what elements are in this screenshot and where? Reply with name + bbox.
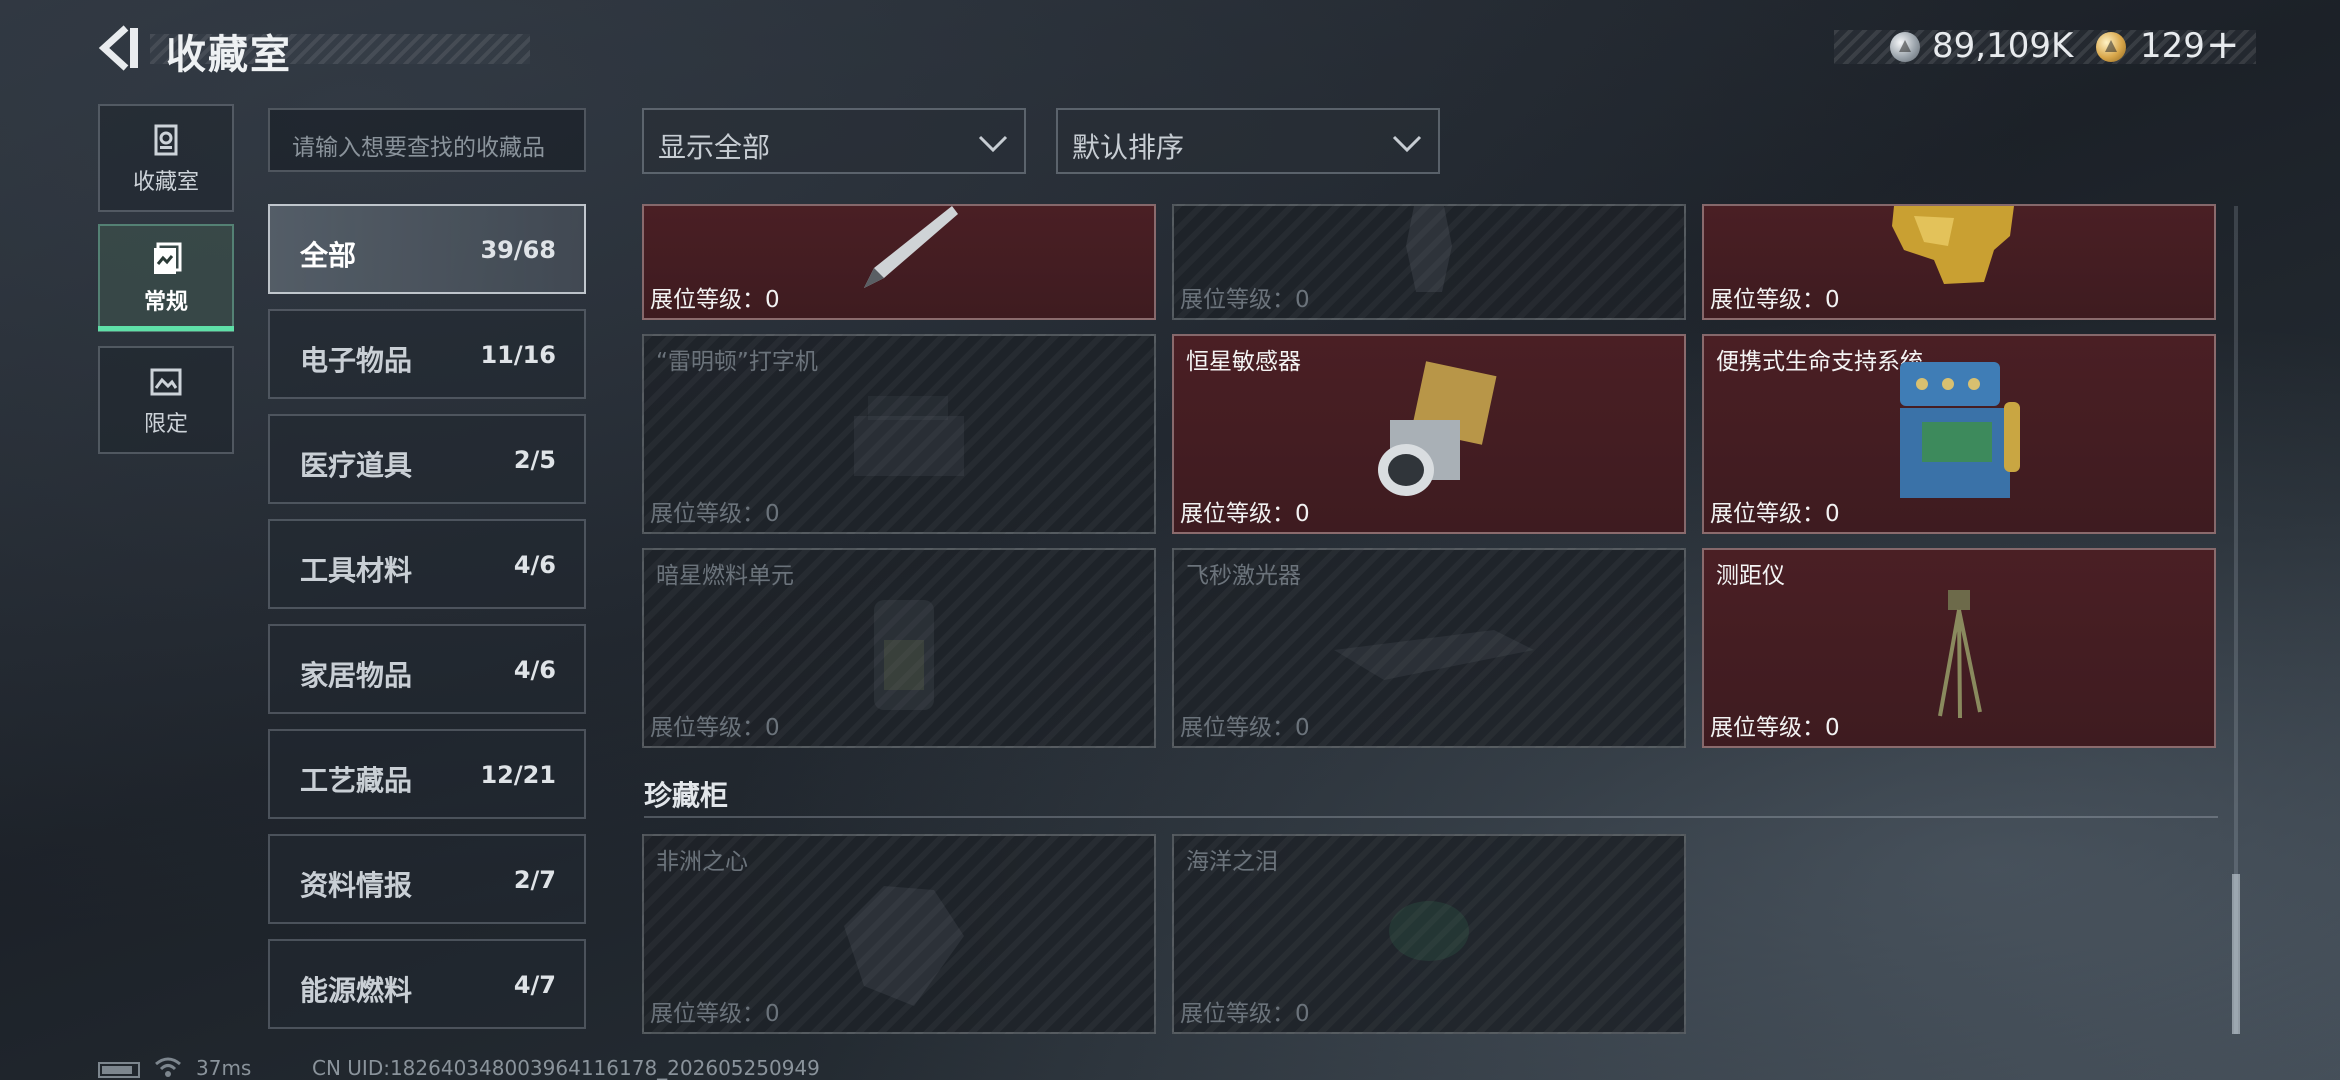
life-support-icon xyxy=(1900,362,2020,498)
category-count: 39/68 xyxy=(480,236,556,264)
category-label: 电子物品 xyxy=(300,344,413,377)
collectible-name: 飞秒激光器 xyxy=(1186,563,1301,589)
category-electronics[interactable]: 电子物品 11/16 xyxy=(268,309,586,399)
display-filter-dropdown[interactable]: 显示全部 xyxy=(642,108,1026,174)
collectible-card[interactable]: 展位等级：0 xyxy=(1702,204,2216,320)
display-level: 展位等级：0 xyxy=(650,715,780,741)
vase-icon xyxy=(1406,206,1452,292)
image-frame-icon xyxy=(150,368,182,396)
section-divider xyxy=(644,816,2218,818)
collectible-card[interactable]: 飞秒激光器 展位等级：0 xyxy=(1172,548,1686,748)
wifi-icon xyxy=(155,1057,181,1077)
page-title: 收藏室 xyxy=(166,32,292,78)
display-level: 展位等级：0 xyxy=(650,501,780,527)
collectible-name: 恒星敏感器 xyxy=(1186,349,1301,375)
category-count: 4/7 xyxy=(513,971,556,999)
collectible-card[interactable]: 展位等级：0 xyxy=(642,204,1156,320)
diamond-icon xyxy=(844,886,964,1006)
display-level: 展位等级：0 xyxy=(1180,501,1310,527)
rangefinder-tripod-icon xyxy=(1938,590,1982,719)
category-crafts[interactable]: 工艺藏品 12/21 xyxy=(268,729,586,819)
category-count: 4/6 xyxy=(513,656,556,684)
scrollbar-thumb[interactable] xyxy=(2232,874,2240,1034)
fuel-cell-icon xyxy=(874,600,934,710)
category-tools[interactable]: 工具材料 4/6 xyxy=(268,519,586,609)
category-label: 家居物品 xyxy=(300,659,413,692)
category-all[interactable]: 全部 39/68 xyxy=(268,204,586,294)
category-label: 医疗道具 xyxy=(300,449,413,482)
add-currency-button[interactable]: + xyxy=(2206,22,2240,68)
side-tab-limited[interactable]: 限定 xyxy=(98,346,234,454)
laser-device-icon xyxy=(1334,630,1534,680)
section-title-treasure: 珍藏柜 xyxy=(644,779,729,812)
typewriter-icon xyxy=(854,396,964,476)
display-level: 展位等级：0 xyxy=(650,1001,780,1027)
category-count: 2/5 xyxy=(513,446,556,474)
collectible-name: “雷明顿”打字机 xyxy=(656,349,818,375)
side-tab-regular[interactable]: 常规 xyxy=(98,224,234,332)
search-input[interactable]: 请输入想要查找的收藏品 xyxy=(268,108,586,172)
side-tab-label: 常规 xyxy=(143,290,188,315)
category-medical[interactable]: 医疗道具 2/5 xyxy=(268,414,586,504)
category-energy[interactable]: 能源燃料 4/7 xyxy=(268,939,586,1029)
document-icon xyxy=(154,242,182,274)
star-sensor-icon xyxy=(1378,361,1497,496)
side-tab-vault[interactable]: 收藏室 xyxy=(98,104,234,212)
side-tab-label: 收藏室 xyxy=(132,170,199,195)
active-tab-indicator xyxy=(98,326,234,331)
collectible-card[interactable]: 便携式生命支持系统 展位等级：0 xyxy=(1702,334,2216,534)
side-tab-label: 限定 xyxy=(143,412,188,437)
category-count: 11/16 xyxy=(480,341,556,369)
sort-value: 默认排序 xyxy=(1072,131,1185,164)
category-label: 全部 xyxy=(300,239,357,272)
back-arrow-icon[interactable] xyxy=(96,22,144,74)
collectible-card[interactable]: 海洋之泪 展位等级：0 xyxy=(1172,834,1686,1034)
collectible-name: 非洲之心 xyxy=(656,849,748,875)
collectible-card[interactable]: 展位等级：0 xyxy=(1172,204,1686,320)
fountain-pen-icon xyxy=(864,206,958,288)
collectible-name: 测距仪 xyxy=(1716,563,1785,589)
display-level: 展位等级：0 xyxy=(1710,715,1840,741)
display-level: 展位等级：0 xyxy=(650,287,780,313)
display-level: 展位等级：0 xyxy=(1710,287,1840,313)
collectible-card[interactable]: 测距仪 展位等级：0 xyxy=(1702,548,2216,748)
category-label: 工艺藏品 xyxy=(300,764,413,797)
display-filter-value: 显示全部 xyxy=(658,131,771,164)
gem-icon xyxy=(1389,901,1469,961)
category-intel[interactable]: 资料情报 2/7 xyxy=(268,834,586,924)
display-level: 展位等级：0 xyxy=(1180,715,1310,741)
category-household[interactable]: 家居物品 4/6 xyxy=(268,624,586,714)
chevron-down-icon xyxy=(978,135,1008,153)
collectible-card[interactable]: “雷明顿”打字机 展位等级：0 xyxy=(642,334,1156,534)
gold-currency-amount: 129 xyxy=(2140,26,2205,66)
sort-dropdown[interactable]: 默认排序 xyxy=(1056,108,1440,174)
collectible-card[interactable]: 暗星燃料单元 展位等级：0 xyxy=(642,548,1156,748)
gold-coin-icon xyxy=(2096,32,2126,62)
collectible-card[interactable]: 恒星敏感器 展位等级：0 xyxy=(1172,334,1686,534)
network-ping: 37ms xyxy=(196,1056,252,1080)
category-label: 工具材料 xyxy=(300,554,413,587)
display-level: 展位等级：0 xyxy=(1180,287,1310,313)
category-count: 12/21 xyxy=(480,761,556,789)
collectible-name: 暗星燃料单元 xyxy=(656,563,794,589)
silver-coin-icon xyxy=(1890,32,1920,62)
collectible-name: 海洋之泪 xyxy=(1186,849,1278,875)
category-label: 资料情报 xyxy=(300,869,413,902)
category-count: 4/6 xyxy=(513,551,556,579)
category-label: 能源燃料 xyxy=(300,974,413,1007)
collectible-card[interactable]: 非洲之心 展位等级：0 xyxy=(642,834,1156,1034)
silver-currency-amount: 89,109K xyxy=(1932,26,2074,66)
chevron-down-icon xyxy=(1392,135,1422,153)
vault-icon xyxy=(154,124,178,156)
battery-icon xyxy=(98,1062,140,1078)
category-count: 2/7 xyxy=(513,866,556,894)
user-uid: CN UID:182640348003964116178_20260525094… xyxy=(312,1056,820,1080)
golden-statue-icon xyxy=(1892,206,2014,284)
display-level: 展位等级：0 xyxy=(1180,1001,1310,1027)
display-level: 展位等级：0 xyxy=(1710,501,1840,527)
